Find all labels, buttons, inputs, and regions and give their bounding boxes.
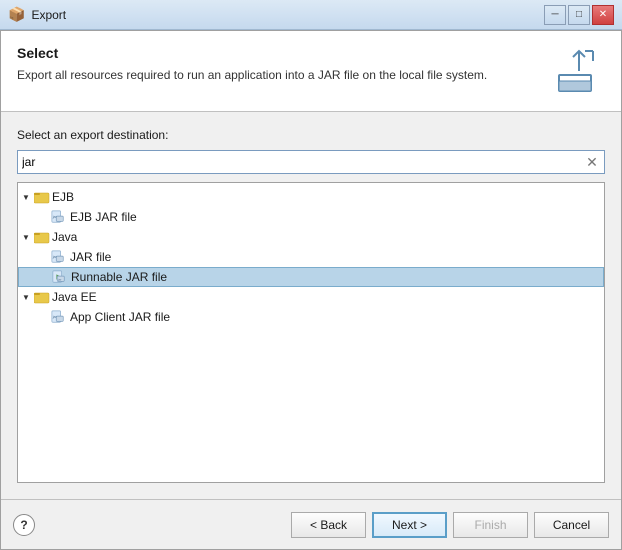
svg-text:jar: jar	[57, 278, 61, 282]
title-bar-title: Export	[31, 8, 66, 22]
header-description: Export all resources required to run an …	[17, 67, 497, 84]
tree-toggle-java-ee[interactable]: ▼	[18, 289, 34, 305]
search-clear-button[interactable]: ✕	[582, 152, 602, 172]
tree-toggle-java[interactable]: ▼	[18, 229, 34, 245]
header-title: Select	[17, 45, 553, 61]
destination-label: Select an export destination:	[17, 128, 605, 142]
header-text: Select Export all resources required to …	[17, 45, 553, 84]
button-bar-left: ?	[13, 514, 35, 536]
file-icon-app-client-jar: jar	[50, 310, 66, 324]
button-bar: ? < Back Next > Finish Cancel	[1, 499, 621, 549]
tree-label-java: Java	[52, 230, 77, 244]
svg-text:jar: jar	[52, 215, 58, 219]
header-icon	[553, 45, 605, 97]
dialog: Select Export all resources required to …	[0, 30, 622, 550]
export-icon-svg	[555, 47, 603, 95]
svg-text:jar: jar	[52, 255, 58, 259]
header-section: Select Export all resources required to …	[1, 31, 621, 112]
tree-item-app-client-jar[interactable]: jar App Client JAR file	[18, 307, 604, 327]
finish-button[interactable]: Finish	[453, 512, 528, 538]
file-icon-ejb-jar: jar	[50, 210, 66, 224]
tree-item-runnable-jar[interactable]: jar Runnable JAR file	[18, 267, 604, 287]
minimize-button[interactable]: ─	[544, 5, 566, 25]
folder-icon-java-ee	[34, 290, 50, 304]
tree-label-ejb-jar: EJB JAR file	[70, 210, 137, 224]
tree-container[interactable]: ▼ EJB jar EJB JAR file ▼	[17, 182, 605, 483]
tree-label-app-client-jar: App Client JAR file	[70, 310, 170, 324]
search-input[interactable]	[18, 155, 582, 169]
folder-icon-java	[34, 230, 50, 244]
tree-label-ejb: EJB	[52, 190, 74, 204]
tree-toggle-ejb[interactable]: ▼	[18, 189, 34, 205]
maximize-button[interactable]: □	[568, 5, 590, 25]
content-area: Select an export destination: ✕ ▼ EJB	[1, 112, 621, 499]
close-button[interactable]: ✕	[592, 5, 614, 25]
title-bar-icon: 📦	[8, 6, 25, 23]
folder-icon-ejb	[34, 190, 50, 204]
tree-item-ejb[interactable]: ▼ EJB	[18, 187, 604, 207]
tree-item-ejb-jar[interactable]: jar EJB JAR file	[18, 207, 604, 227]
tree-label-jar: JAR file	[70, 250, 111, 264]
tree-label-java-ee: Java EE	[52, 290, 97, 304]
tree-label-runnable-jar: Runnable JAR file	[71, 270, 167, 284]
title-bar-controls: ─ □ ✕	[544, 5, 614, 25]
back-button[interactable]: < Back	[291, 512, 366, 538]
title-bar-left: 📦 Export	[8, 6, 66, 23]
svg-text:jar: jar	[52, 315, 58, 319]
next-button[interactable]: Next >	[372, 512, 447, 538]
button-bar-right: < Back Next > Finish Cancel	[291, 512, 609, 538]
help-button[interactable]: ?	[13, 514, 35, 536]
tree-item-jar[interactable]: jar JAR file	[18, 247, 604, 267]
file-icon-jar: jar	[50, 250, 66, 264]
tree-item-java-ee[interactable]: ▼ Java EE	[18, 287, 604, 307]
tree-item-java[interactable]: ▼ Java	[18, 227, 604, 247]
cancel-button[interactable]: Cancel	[534, 512, 609, 538]
file-icon-runnable-jar: jar	[51, 270, 67, 284]
search-row: ✕	[17, 150, 605, 174]
title-bar: 📦 Export ─ □ ✕	[0, 0, 622, 30]
